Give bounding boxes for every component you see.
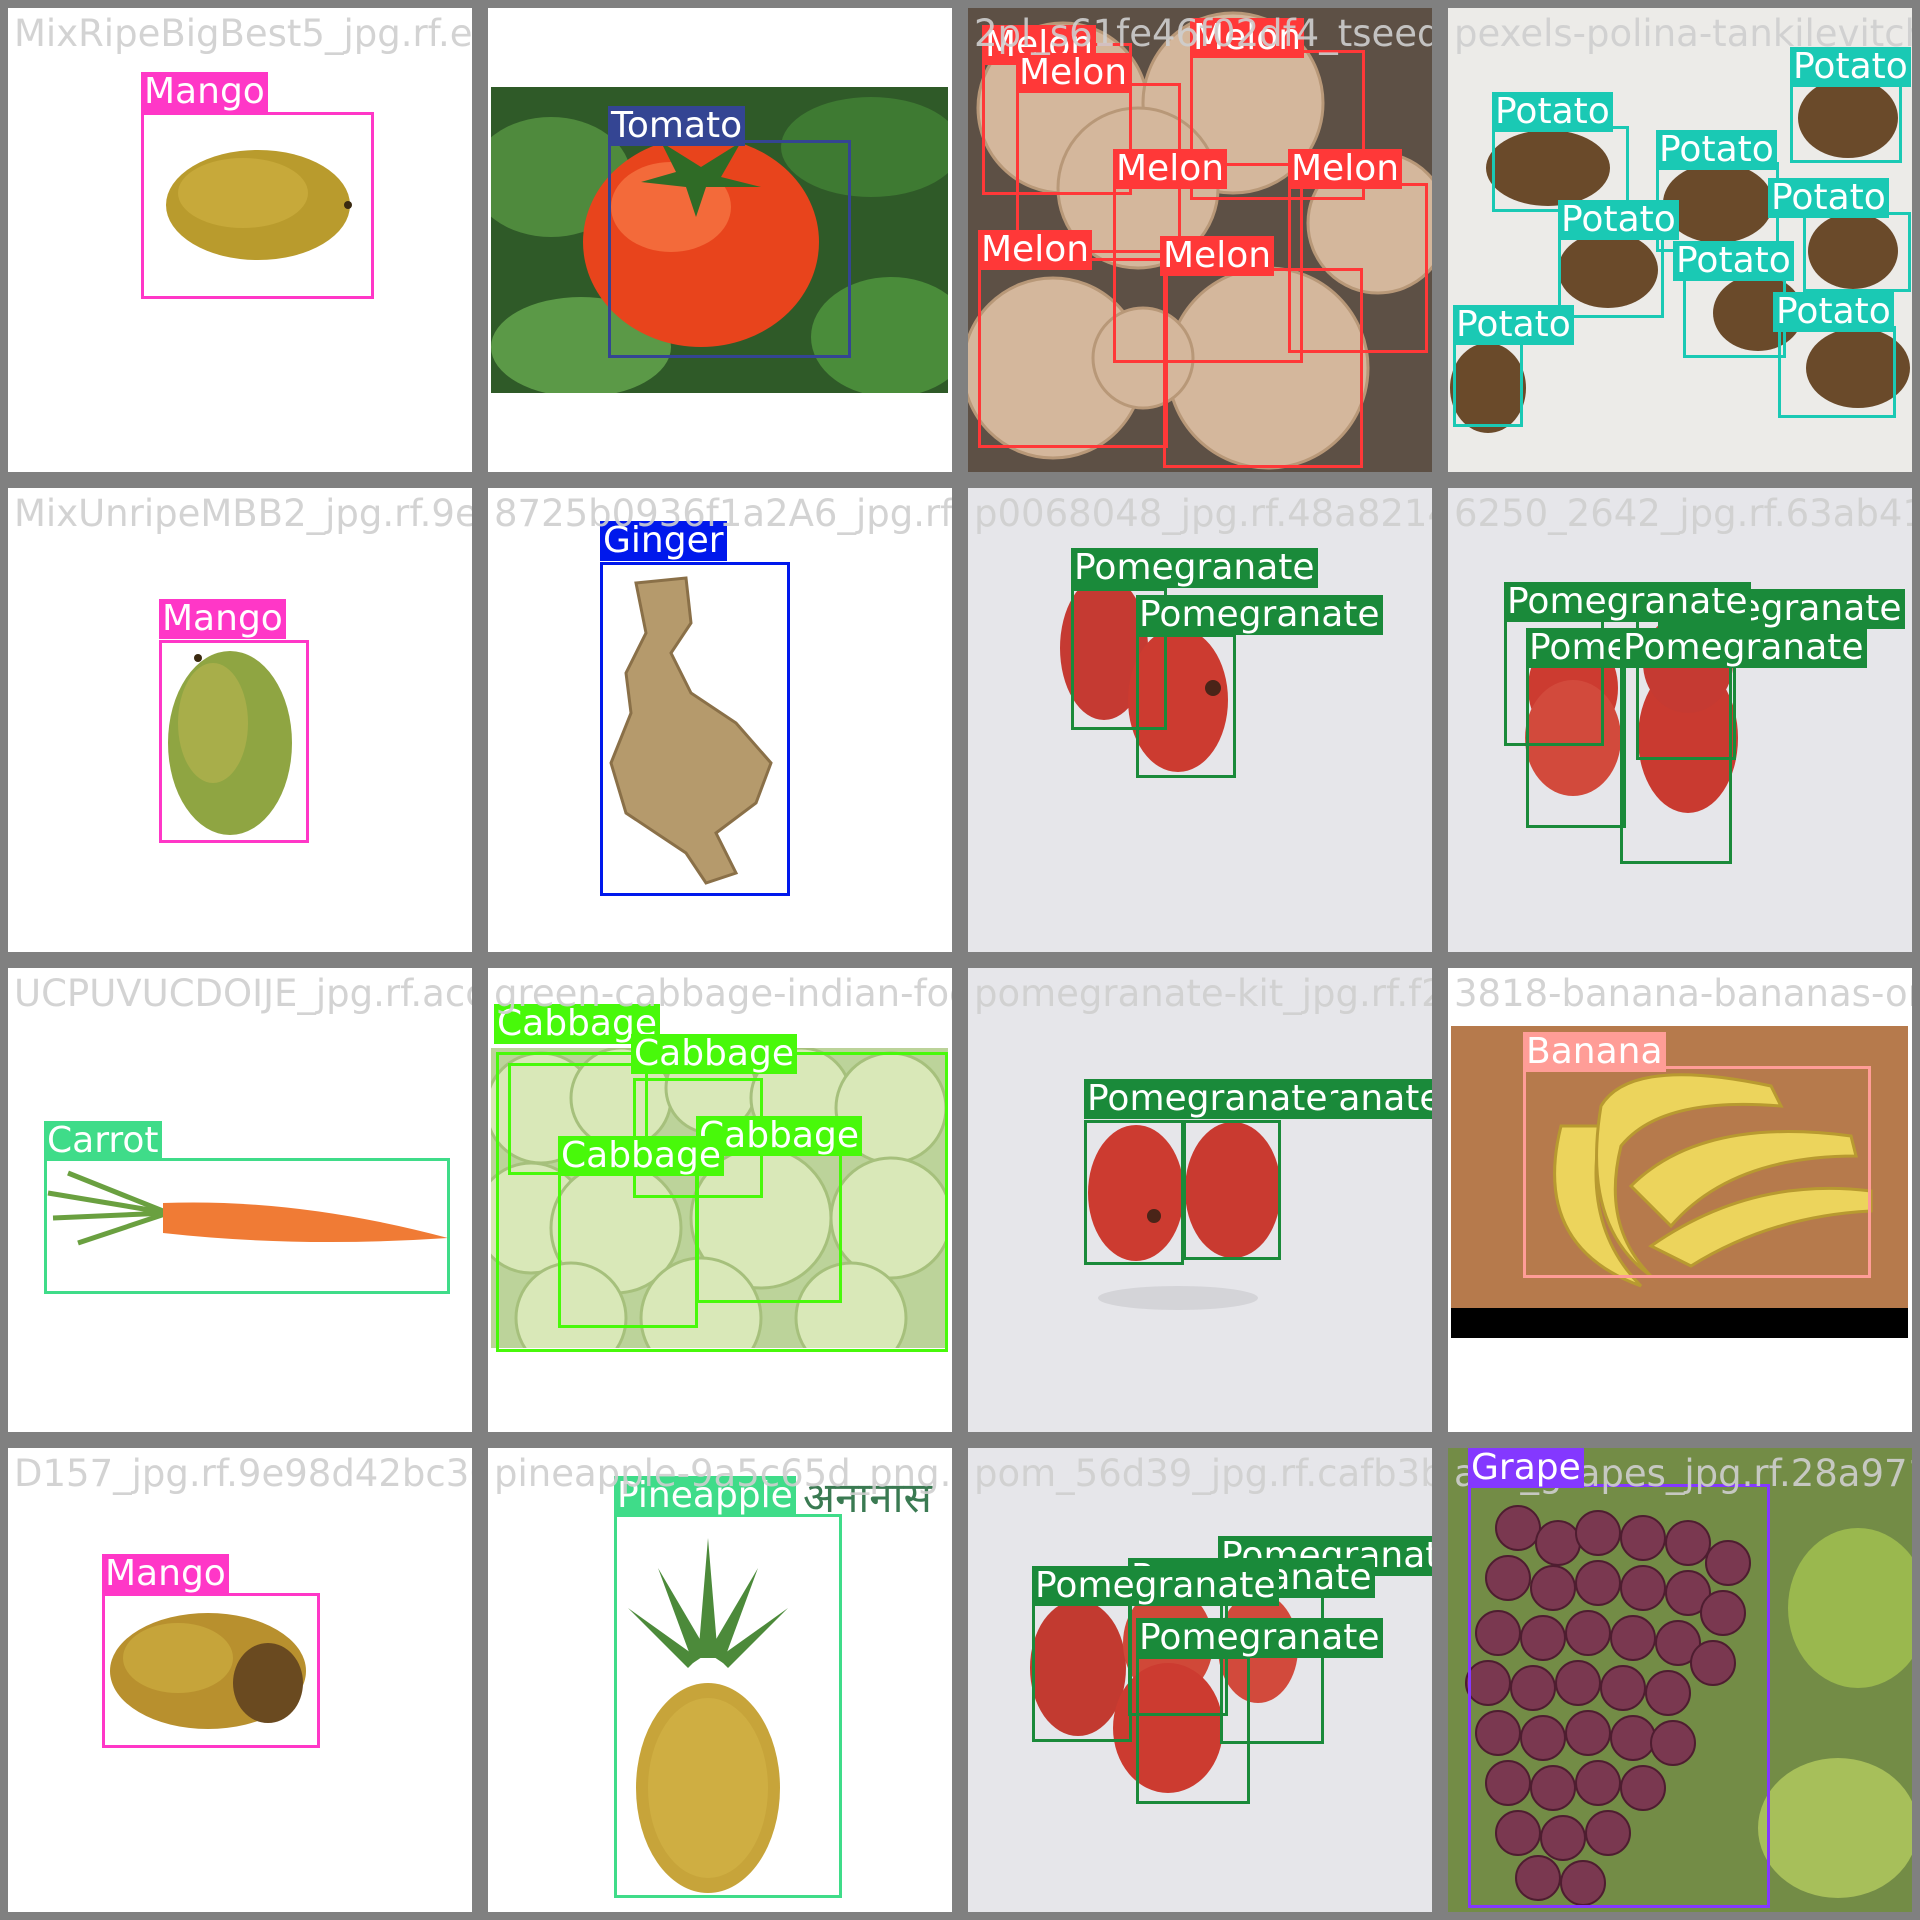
tile-16: abc_grapes_jpg.rf.28a971ff... Grape [1448, 1448, 1912, 1912]
detection-label: Pomegranate [1032, 1566, 1279, 1606]
tile-filename: UCPUVUCDOIJE_jpg.rf.acc... [14, 972, 472, 1015]
detection-box [141, 112, 374, 299]
detection-box [1084, 1120, 1184, 1265]
detection-label: Potato [1558, 200, 1679, 240]
alamy-watermark: alamy [1468, 1342, 1529, 1363]
tile-filename: MixRipeBigBest5_jpg.rf.e359b188dd4a92b3a… [14, 12, 472, 55]
tile-4: Potato Potato Potato Potato Potato Potat… [1448, 8, 1912, 472]
tile-2: Tomato [488, 8, 952, 472]
detection-box [102, 1593, 320, 1748]
tile-6: Ginger 8725b0936f1a2A6_jpg.rf.48d... [488, 488, 952, 952]
detection-label: Pineapple [614, 1476, 796, 1516]
detection-box [1136, 634, 1236, 778]
tile-filename: MixUnripeMBB2_jpg.rf.9e3c8... [14, 492, 472, 535]
detection-box [600, 562, 790, 896]
detection-label: Pomegranate [1071, 548, 1318, 588]
detection-label: Potato [1768, 178, 1889, 218]
detection-box [978, 258, 1168, 448]
detection-box [159, 640, 309, 843]
tile-12: alamy Banana 3818-banana-bananas-on-brow… [1448, 968, 1912, 1432]
tile-3: Melon Melon Melon Melon Melon Melon Melo… [968, 8, 1432, 472]
detection-box [614, 1514, 842, 1898]
detection-box [1526, 664, 1626, 828]
detection-label: Pomegranate [1136, 595, 1383, 635]
detection-label: Mango [102, 1554, 229, 1594]
detection-box [1778, 326, 1896, 418]
detection-label: Pomegranate [1136, 1618, 1383, 1658]
tile-8: Pomegranate Pomegranate Pomegranate Pome… [1448, 488, 1912, 952]
detection-box [1790, 78, 1902, 163]
detection-label: Melon [1288, 149, 1403, 189]
tile-filename: D157_jpg.rf.9e98d42bc360b... [14, 1452, 472, 1495]
tile-1: MixRipeBigBest5_jpg.rf.e359b188dd4a92b3a… [8, 8, 472, 472]
detection-box [608, 140, 851, 358]
detection-label: Pomegranate [1084, 1079, 1331, 1119]
detection-label: Melon [1190, 18, 1305, 58]
detection-label: Grape [1468, 1448, 1584, 1488]
detection-label: Melon [1160, 236, 1275, 276]
detection-label: Potato [1673, 241, 1794, 281]
detection-box [1032, 1598, 1132, 1742]
tile-7: Pomegranate Pomegranate p0068048_jpg.rf.… [968, 488, 1432, 952]
detection-label: Melon [1016, 53, 1131, 93]
detection-label: Ginger [600, 521, 727, 561]
detection-label: Melon [978, 230, 1093, 270]
detection-label: Mango [141, 72, 268, 112]
tile-14: अनानास Pineapple pineapple-9a5c65d_png.r… [488, 1448, 952, 1912]
tile-filename: 3818-banana-bananas-on-brown-... [1454, 972, 1912, 1015]
detection-label: Potato [1773, 292, 1894, 332]
detection-box [1136, 1656, 1250, 1804]
detection-box [1163, 268, 1363, 468]
detection-label: Potato [1790, 47, 1911, 87]
detection-label: Potato [1656, 130, 1777, 170]
detection-label: Cabbage [631, 1034, 797, 1074]
detection-label: Banana [1523, 1032, 1666, 1072]
detection-label: Cabbage [558, 1136, 724, 1176]
detection-label: Potato [1492, 92, 1613, 132]
tile-9: UCPUVUCDOIJE_jpg.rf.acc... Carrot [8, 968, 472, 1432]
tile-13: D157_jpg.rf.9e98d42bc360b... Mango [8, 1448, 472, 1912]
detection-label: Melon [1113, 149, 1228, 189]
tile-5: MixUnripeMBB2_jpg.rf.9e3c8... Mango [8, 488, 472, 952]
detection-box [1523, 1066, 1871, 1278]
detection-box [558, 1168, 698, 1328]
detection-label: Carrot [44, 1121, 162, 1161]
detection-box [1558, 233, 1664, 318]
detection-box [1620, 664, 1732, 864]
detection-label: Tomato [608, 106, 746, 146]
detection-label: Pomegranate [1620, 628, 1867, 668]
detection-box [1683, 274, 1786, 358]
tile-11: Pomegranate Pomegranate pomegranate-kit_… [968, 968, 1432, 1432]
detection-label: Potato [1453, 305, 1574, 345]
detection-box [44, 1158, 450, 1294]
detection-box [1453, 342, 1523, 427]
detection-box [1803, 212, 1911, 292]
tile-10: Cabbage Cabbage Cabbage Cabbage green-ca… [488, 968, 952, 1432]
detection-box [1183, 1120, 1281, 1260]
tile-15: Pomegranate Pomegranate Pomegranate Pome… [968, 1448, 1432, 1912]
detection-label: Mango [159, 599, 286, 639]
detection-label: Pomegranate [1504, 582, 1751, 622]
detection-box [1468, 1484, 1770, 1908]
